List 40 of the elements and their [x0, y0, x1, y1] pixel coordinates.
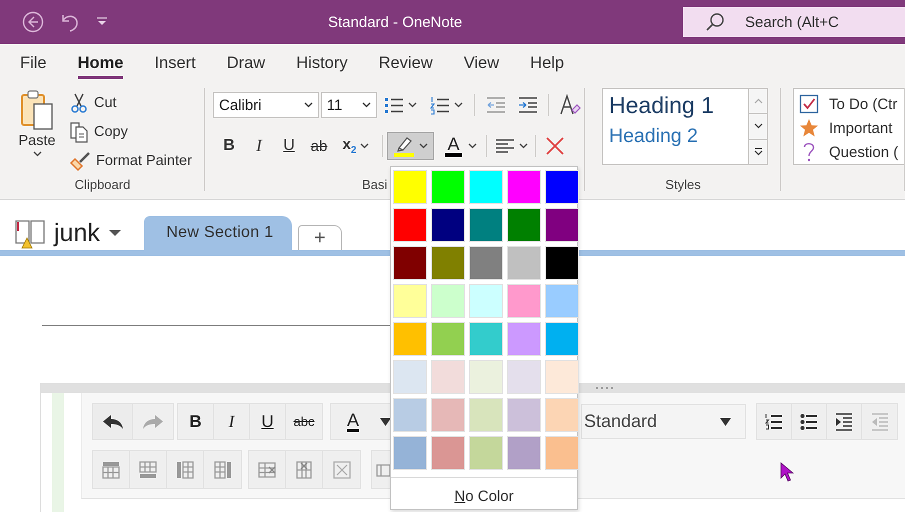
- no-color-button[interactable]: No Color: [446, 484, 522, 509]
- font-color-button[interactable]: A: [440, 134, 482, 158]
- underline-button[interactable]: U: [274, 132, 304, 160]
- tag-item[interactable]: To Do (Ctr: [798, 92, 904, 116]
- menu-tab[interactable]: Insert: [154, 44, 196, 82]
- window-title: Standard - OneNote: [328, 14, 464, 30]
- menu-tab[interactable]: Help: [530, 44, 564, 82]
- font-dropdown[interactable]: Calibri: [213, 92, 319, 118]
- copy-button[interactable]: Copy: [66, 117, 193, 146]
- tag-item[interactable]: Question (: [798, 140, 904, 164]
- font-color-button[interactable]: A: [331, 404, 375, 439]
- bold-button[interactable]: B: [178, 404, 214, 439]
- menu-tab[interactable]: File: [20, 44, 47, 82]
- strikethrough-button[interactable]: abc: [286, 404, 322, 439]
- underline-button[interactable]: U: [250, 404, 286, 439]
- group-label: Clipboard: [74, 177, 130, 194]
- notebook-button[interactable]: junk: [14, 216, 122, 250]
- paste-button[interactable]: Paste: [14, 88, 60, 177]
- style-item[interactable]: Heading 1: [609, 92, 748, 119]
- tag-item[interactable]: Important: [798, 116, 904, 140]
- add-section-tab[interactable]: +: [298, 225, 342, 250]
- section-tab[interactable]: New Section 1: [144, 216, 292, 250]
- bold-button[interactable]: B: [214, 132, 244, 160]
- group-label: Basi: [362, 177, 388, 192]
- menu-tab[interactable]: View: [464, 44, 500, 82]
- search-field[interactable]: Search (Alt+C: [683, 7, 905, 37]
- font-size-dropdown[interactable]: 11: [320, 92, 378, 118]
- cut-button[interactable]: Cut: [66, 88, 193, 117]
- strikethrough-button[interactable]: ab: [304, 132, 334, 160]
- menu-tab[interactable]: Draw: [226, 44, 266, 82]
- italic-button[interactable]: I: [244, 132, 274, 160]
- italic-button[interactable]: I: [214, 404, 250, 439]
- format-painter-button[interactable]: Format Painter: [66, 146, 193, 175]
- menu-tab[interactable]: History: [296, 44, 348, 82]
- style-item[interactable]: Heading 2: [609, 125, 748, 148]
- style-dropdown[interactable]: Standard: [581, 404, 746, 439]
- subscript-button[interactable]: x$_{2}$: [334, 135, 378, 157]
- menu-tab[interactable]: Review: [378, 44, 433, 82]
- group-label: Styles: [664, 177, 702, 194]
- menu-tab[interactable]: Home: [78, 44, 124, 82]
